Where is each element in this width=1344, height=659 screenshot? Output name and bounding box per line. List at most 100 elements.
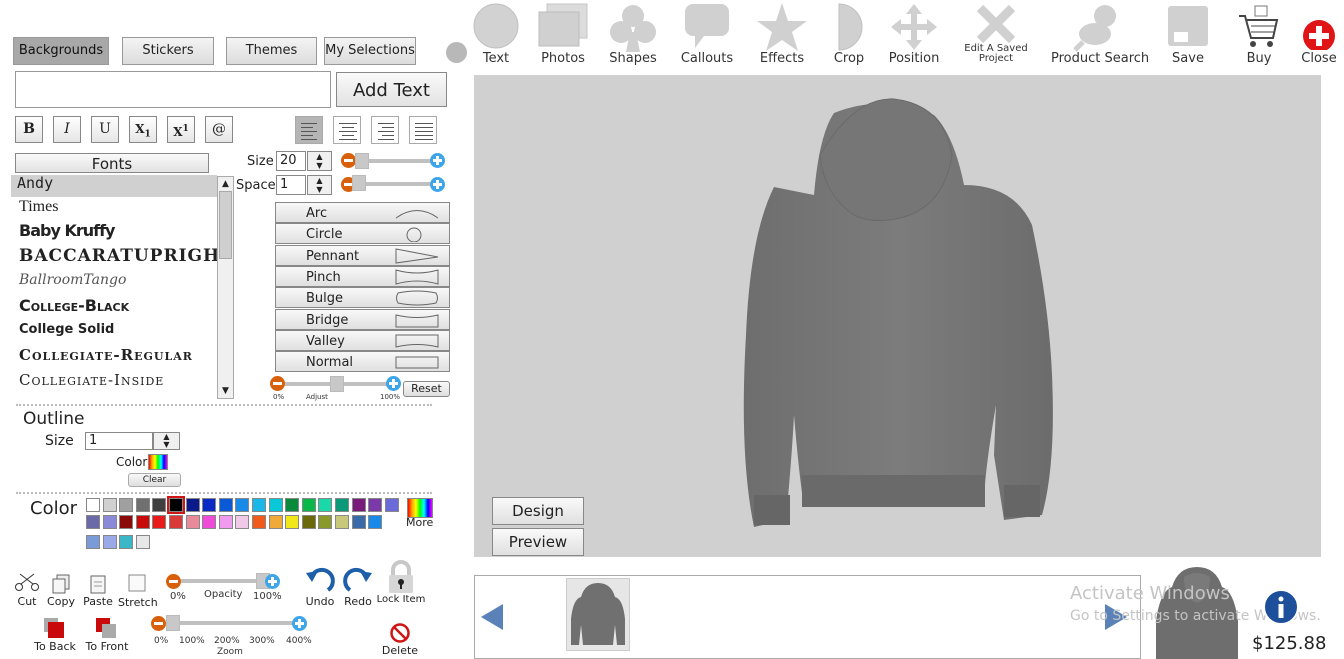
- font-item-ballroom-tango[interactable]: BallroomTango: [19, 272, 126, 288]
- color-swatch[interactable]: [202, 498, 216, 512]
- add-text-button[interactable]: Add Text: [336, 72, 447, 107]
- superscript-button[interactable]: X1: [167, 116, 195, 143]
- adjust-slider-knob[interactable]: [330, 376, 344, 392]
- color-swatch[interactable]: [103, 515, 117, 529]
- color-swatch[interactable]: [219, 515, 233, 529]
- font-item-andy[interactable]: Andy: [11, 175, 217, 197]
- font-item-college-black[interactable]: College-Black: [19, 296, 129, 315]
- color-swatch[interactable]: [352, 515, 366, 529]
- bold-button[interactable]: B: [15, 116, 43, 143]
- reset-button[interactable]: Reset: [403, 381, 450, 397]
- align-right-button[interactable]: [371, 116, 399, 144]
- color-swatch[interactable]: [318, 515, 332, 529]
- size-input[interactable]: 20: [276, 151, 306, 171]
- tab-backgrounds[interactable]: Backgrounds: [13, 37, 109, 65]
- tab-stickers[interactable]: Stickers: [122, 37, 214, 65]
- delete-button[interactable]: Delete: [380, 622, 420, 657]
- color-swatch[interactable]: [202, 515, 216, 529]
- color-swatch[interactable]: [235, 515, 249, 529]
- color-swatch[interactable]: [186, 515, 200, 529]
- shape-normal[interactable]: Normal: [275, 351, 450, 372]
- opacity-decrease-icon[interactable]: [166, 574, 181, 589]
- color-swatch[interactable]: [119, 498, 133, 512]
- size-increase-icon[interactable]: [430, 153, 445, 168]
- adjust-increase-icon[interactable]: [386, 376, 401, 391]
- color-swatch[interactable]: [219, 498, 233, 512]
- color-swatch[interactable]: [318, 498, 332, 512]
- scroll-up-icon[interactable]: ▲: [218, 177, 233, 191]
- align-center-button[interactable]: [333, 116, 361, 144]
- design-canvas[interactable]: [474, 75, 1321, 557]
- size-decrease-icon[interactable]: [341, 153, 356, 168]
- color-swatch[interactable]: [302, 498, 316, 512]
- stretch-button[interactable]: Stretch: [118, 573, 156, 609]
- color-swatch[interactable]: [252, 515, 266, 529]
- shape-arc[interactable]: Arc: [275, 202, 450, 223]
- font-list-scrollbar[interactable]: ▲ ▼: [217, 176, 234, 399]
- color-swatch[interactable]: [152, 515, 166, 529]
- color-swatch[interactable]: [352, 498, 366, 512]
- color-swatch[interactable]: [86, 498, 100, 512]
- design-view-button[interactable]: Design: [492, 497, 584, 525]
- color-swatch[interactable]: [169, 515, 183, 529]
- color-swatch[interactable]: [235, 498, 249, 512]
- adjust-decrease-icon[interactable]: [270, 376, 285, 391]
- color-swatch[interactable]: [86, 535, 100, 549]
- color-swatch[interactable]: [385, 498, 399, 512]
- font-item-collegiate-inside[interactable]: Collegiate-Inside: [19, 371, 164, 389]
- product-search-tool[interactable]: Product Search: [1061, 0, 1137, 70]
- tab-my-selections[interactable]: My Selections: [324, 37, 416, 65]
- info-icon[interactable]: [1262, 588, 1300, 626]
- color-swatch[interactable]: [136, 535, 150, 549]
- redo-button[interactable]: Redo: [341, 563, 375, 608]
- color-swatch[interactable]: [103, 535, 117, 549]
- color-swatch[interactable]: [302, 515, 316, 529]
- preview-view-button[interactable]: Preview: [492, 528, 584, 556]
- space-slider-knob[interactable]: [352, 175, 366, 191]
- font-item-college-solid[interactable]: College Solid: [19, 322, 114, 337]
- prev-arrow-icon[interactable]: [479, 602, 505, 632]
- shape-pennant[interactable]: Pennant: [275, 245, 450, 266]
- scroll-thumb[interactable]: [219, 191, 232, 259]
- cut-button[interactable]: Cut: [12, 572, 42, 608]
- shape-pinch[interactable]: Pinch: [275, 266, 450, 287]
- color-swatch[interactable]: [285, 515, 299, 529]
- lock-item-button[interactable]: Lock Item: [376, 560, 426, 605]
- space-stepper[interactable]: ▲▼: [307, 175, 332, 195]
- text-input[interactable]: [15, 71, 331, 108]
- undo-button[interactable]: Undo: [303, 563, 337, 608]
- color-swatch[interactable]: [335, 515, 349, 529]
- color-swatch[interactable]: [269, 515, 283, 529]
- space-increase-icon[interactable]: [430, 177, 445, 192]
- color-swatch[interactable]: [285, 498, 299, 512]
- copy-button[interactable]: Copy: [46, 574, 76, 608]
- shape-bulge[interactable]: Bulge: [275, 287, 450, 308]
- color-swatch[interactable]: [103, 498, 117, 512]
- font-item-baccarat[interactable]: BACCARATUPRIGHT: [19, 246, 217, 266]
- color-swatch[interactable]: [252, 498, 266, 512]
- color-swatch[interactable]: [335, 498, 349, 512]
- outline-color-picker[interactable]: [148, 454, 168, 470]
- underline-button[interactable]: U: [91, 116, 119, 143]
- shape-circle[interactable]: Circle: [275, 223, 450, 244]
- color-swatch[interactable]: [368, 515, 382, 529]
- edit-saved-project-tool[interactable]: Edit A Saved Project: [958, 0, 1034, 70]
- italic-button[interactable]: I: [53, 116, 81, 143]
- color-swatch[interactable]: [269, 498, 283, 512]
- outline-size-input[interactable]: 1: [85, 432, 153, 450]
- position-tool[interactable]: Position: [876, 0, 952, 70]
- close-tool[interactable]: Close: [1281, 0, 1344, 70]
- outline-size-stepper[interactable]: ▲▼: [153, 432, 180, 450]
- size-stepper[interactable]: ▲▼: [307, 151, 332, 171]
- color-swatch[interactable]: [186, 498, 200, 512]
- scroll-down-icon[interactable]: ▼: [218, 384, 233, 398]
- color-swatch[interactable]: [119, 515, 133, 529]
- shape-bridge[interactable]: Bridge: [275, 309, 450, 330]
- tab-themes[interactable]: Themes: [226, 37, 317, 65]
- to-front-button[interactable]: To Front: [84, 616, 130, 653]
- font-item-times[interactable]: Times: [19, 198, 58, 216]
- to-back-button[interactable]: To Back: [32, 616, 78, 653]
- fonts-button[interactable]: Fonts: [15, 153, 209, 173]
- space-slider[interactable]: [355, 182, 431, 186]
- align-justify-button[interactable]: [409, 116, 437, 144]
